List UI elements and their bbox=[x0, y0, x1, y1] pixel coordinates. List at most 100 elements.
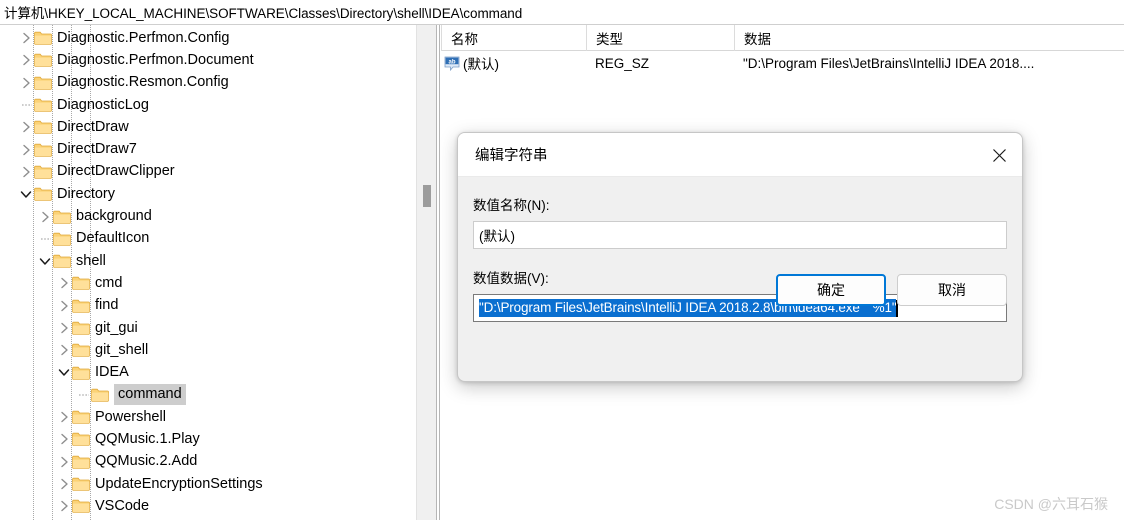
folder-icon bbox=[72, 299, 90, 313]
chevron-right-icon[interactable] bbox=[18, 161, 34, 183]
chevron-right-icon[interactable] bbox=[56, 339, 72, 361]
chevron-right-icon[interactable] bbox=[56, 272, 72, 294]
close-icon[interactable] bbox=[976, 133, 1022, 177]
folder-icon bbox=[72, 410, 90, 424]
tree-vertical-scrollbar[interactable] bbox=[416, 25, 436, 520]
chevron-right-icon[interactable] bbox=[56, 428, 72, 450]
edit-string-dialog[interactable]: 编辑字符串 数值名称(N): (默认) 数值数据(V): "D:\Program… bbox=[457, 132, 1023, 382]
tree-item-qqmusic-1-play[interactable]: QQMusic.1.Play bbox=[0, 428, 416, 450]
value-name-cell: ab (默认) bbox=[444, 51, 499, 75]
column-header-2[interactable]: 数据 bbox=[734, 25, 1124, 51]
tree-item-label: command bbox=[114, 384, 186, 406]
address-bar[interactable]: 计算机\HKEY_LOCAL_MACHINE\SOFTWARE\Classes\… bbox=[0, 0, 1124, 25]
pane-splitter[interactable] bbox=[436, 25, 440, 520]
chevron-right-icon[interactable] bbox=[18, 49, 34, 71]
chevron-down-icon[interactable] bbox=[56, 362, 72, 384]
chevron-right-icon[interactable] bbox=[18, 72, 34, 94]
chevron-right-icon[interactable] bbox=[37, 206, 53, 228]
tree-item-diagnostic-perfmon-document[interactable]: Diagnostic.Perfmon.Document bbox=[0, 49, 416, 71]
tree-item-label: Diagnostic.Perfmon.Config bbox=[57, 29, 230, 46]
value-list-rows[interactable]: ab (默认) REG_SZ "D:\Program Files\JetBrains\… bbox=[441, 51, 1124, 75]
chevron-right-icon[interactable] bbox=[56, 495, 72, 517]
tree-item-label: QQMusic.1.Play bbox=[95, 430, 200, 447]
tree-item-label: background bbox=[76, 208, 152, 225]
chevron-down-icon[interactable] bbox=[37, 250, 53, 272]
value-list-header[interactable]: 名称 类型 数据 bbox=[441, 25, 1124, 51]
tree-item-directory[interactable]: Directory bbox=[0, 183, 416, 205]
tree-item-qqmusic-2-add[interactable]: QQMusic.2.Add bbox=[0, 451, 416, 473]
tree-item-label: DirectDraw bbox=[57, 118, 129, 135]
value-data-cell: "D:\Program Files\JetBrains\IntelliJ IDE… bbox=[743, 55, 1035, 71]
folder-icon bbox=[72, 455, 90, 469]
tree-item-label: cmd bbox=[95, 274, 123, 291]
tree-item-defaulticon[interactable]: DefaultIcon bbox=[0, 228, 416, 250]
tree-item-label: DefaultIcon bbox=[76, 230, 150, 247]
tree-item-vscode[interactable]: VSCode bbox=[0, 495, 416, 517]
tree-item-cmd[interactable]: cmd bbox=[0, 272, 416, 294]
tree-item-idea[interactable]: IDEA bbox=[0, 361, 416, 383]
tree-item-git-shell[interactable]: git_shell bbox=[0, 339, 416, 361]
tree-item-shell[interactable]: shell bbox=[0, 250, 416, 272]
column-header-0[interactable]: 名称 bbox=[441, 25, 586, 51]
ok-button[interactable]: 确定 bbox=[776, 274, 886, 306]
tree-item-directdrawclipper[interactable]: DirectDrawClipper bbox=[0, 161, 416, 183]
chevron-right-icon[interactable] bbox=[18, 116, 34, 138]
tree-item-diagnostic-perfmon-config[interactable]: Diagnostic.Perfmon.Config bbox=[0, 27, 416, 49]
tree-item-label: Diagnostic.Perfmon.Document bbox=[57, 51, 254, 68]
registry-tree[interactable]: Diagnostic.Perfmon.Config Diagnostic.Perf… bbox=[0, 25, 416, 520]
chevron-right-icon[interactable] bbox=[56, 473, 72, 495]
folder-icon bbox=[34, 76, 52, 90]
cancel-button[interactable]: 取消 bbox=[897, 274, 1007, 306]
tree-item-label: git_shell bbox=[95, 341, 149, 358]
value-row[interactable]: ab (默认) REG_SZ "D:\Program Files\JetBrains\… bbox=[441, 51, 1124, 75]
tree-item-diagnostic-resmon-config[interactable]: Diagnostic.Resmon.Config bbox=[0, 72, 416, 94]
registry-tree-pane[interactable]: Diagnostic.Perfmon.Config Diagnostic.Perf… bbox=[0, 25, 416, 520]
dialog-titlebar[interactable]: 编辑字符串 bbox=[458, 133, 1022, 177]
tree-item-label: DiagnosticLog bbox=[57, 96, 149, 113]
column-header-1[interactable]: 类型 bbox=[586, 25, 734, 51]
folder-icon bbox=[34, 187, 52, 201]
folder-icon bbox=[72, 343, 90, 357]
tree-item-powershell[interactable]: Powershell bbox=[0, 406, 416, 428]
chevron-right-icon[interactable] bbox=[18, 139, 34, 161]
tree-item-find[interactable]: find bbox=[0, 295, 416, 317]
tree-item-label: DirectDraw7 bbox=[57, 141, 137, 158]
tree-item-directdraw7[interactable]: DirectDraw7 bbox=[0, 138, 416, 160]
registry-editor-window: 计算机\HKEY_LOCAL_MACHINE\SOFTWARE\Classes\… bbox=[0, 0, 1124, 520]
chevron-right-icon[interactable] bbox=[18, 27, 34, 49]
value-name-input[interactable]: (默认) bbox=[473, 221, 1007, 249]
tree-item-diagnosticlog[interactable]: DiagnosticLog bbox=[0, 94, 416, 116]
chevron-right-icon[interactable] bbox=[56, 317, 72, 339]
tree-item-label: DirectDrawClipper bbox=[57, 163, 175, 180]
ab-string-icon: ab bbox=[444, 56, 460, 71]
tree-item-git-gui[interactable]: git_gui bbox=[0, 317, 416, 339]
tree-item-updateencryptionsettings[interactable]: UpdateEncryptionSettings bbox=[0, 473, 416, 495]
column-header-label: 名称 bbox=[451, 32, 478, 47]
chevron-right-icon[interactable] bbox=[56, 406, 72, 428]
folder-icon bbox=[53, 232, 71, 246]
address-path-text[interactable]: 计算机\HKEY_LOCAL_MACHINE\SOFTWARE\Classes\… bbox=[0, 2, 522, 22]
column-header-label: 数据 bbox=[744, 32, 771, 47]
tree-item-directdraw[interactable]: DirectDraw bbox=[0, 116, 416, 138]
tree-item-command[interactable]: command bbox=[0, 384, 416, 406]
tree-item-label: QQMusic.2.Add bbox=[95, 453, 198, 470]
tree-item-background[interactable]: background bbox=[0, 205, 416, 227]
scrollbar-thumb[interactable] bbox=[423, 185, 431, 207]
chevron-right-icon[interactable] bbox=[56, 451, 72, 473]
chevron-down-icon[interactable] bbox=[18, 183, 34, 205]
folder-icon bbox=[72, 432, 90, 447]
chevron-right-icon[interactable] bbox=[56, 295, 72, 317]
tree-item-label: find bbox=[95, 297, 119, 314]
value-type-cell: REG_SZ bbox=[595, 55, 650, 71]
tree-item-label: Powershell bbox=[95, 408, 166, 425]
